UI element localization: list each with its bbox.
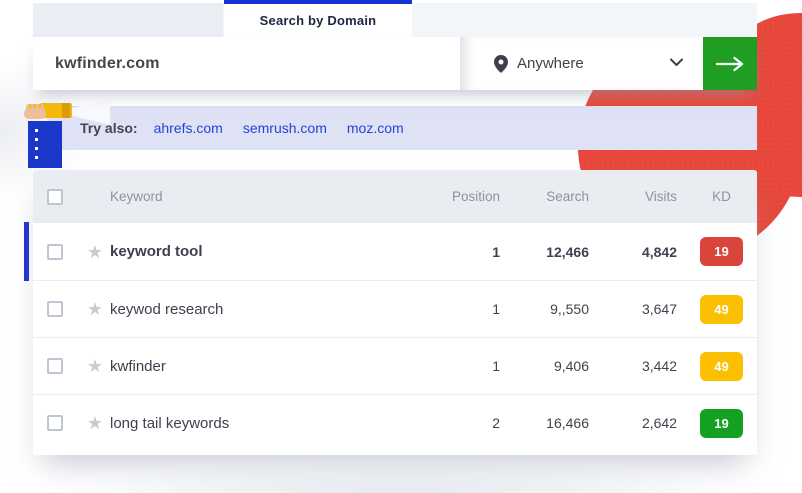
- star-icon[interactable]: ★: [87, 300, 103, 318]
- inactive-tab-area[interactable]: [33, 3, 223, 37]
- arrow-right-icon: [716, 56, 744, 72]
- table-row[interactable]: ★ kwfinder 1 9,406 3,442 49: [33, 337, 757, 394]
- search-bar: kwfinder.com Anywhere: [33, 37, 757, 90]
- try-also-link-moz[interactable]: moz.com: [347, 120, 404, 136]
- header-position: Position: [423, 170, 500, 223]
- visits-cell: 2,642: [599, 395, 677, 451]
- try-also-link-ahrefs[interactable]: ahrefs.com: [154, 120, 223, 136]
- table-row[interactable]: ★ long tail keywords 2 16,466 2,642 19: [33, 394, 757, 451]
- kwfinder-search-widget: Search by Domain kwfinder.com Anywhere T…: [0, 0, 802, 493]
- domain-search-input[interactable]: kwfinder.com: [33, 37, 460, 90]
- table-header-row: Keyword Position Search Visits KD: [33, 170, 757, 223]
- kd-badge[interactable]: 49: [700, 352, 743, 381]
- chevron-down-icon: [670, 58, 683, 67]
- kd-badge[interactable]: 19: [700, 237, 743, 266]
- visits-cell: 3,442: [599, 338, 677, 394]
- star-icon[interactable]: ★: [87, 357, 103, 375]
- header-search: Search: [503, 170, 589, 223]
- select-all-checkbox[interactable]: [47, 189, 63, 205]
- row-checkbox[interactable]: [47, 415, 63, 431]
- kd-badge[interactable]: 19: [700, 409, 743, 438]
- location-dropdown-value: Anywhere: [517, 55, 584, 72]
- search-volume-cell: 16,466: [503, 395, 589, 451]
- table-row[interactable]: ★ keywod research 1 9,,550 3,647 49: [33, 280, 757, 337]
- location-dropdown[interactable]: Anywhere: [460, 37, 703, 90]
- megaphone-illustration: [24, 99, 116, 169]
- search-volume-cell: 12,466: [503, 223, 589, 280]
- hand: [24, 108, 46, 119]
- figure-body-dots: [35, 129, 38, 161]
- header-kd: KD: [700, 170, 743, 223]
- star-icon[interactable]: ★: [87, 414, 103, 432]
- search-submit-button[interactable]: [703, 37, 757, 90]
- megaphone-stripe: [62, 103, 70, 118]
- row-checkbox[interactable]: [47, 244, 63, 260]
- keyword-results-card: Keyword Position Search Visits KD ★ keyw…: [33, 170, 757, 455]
- row-checkbox[interactable]: [47, 301, 63, 317]
- position-cell: 1: [423, 338, 500, 394]
- position-cell: 1: [423, 223, 500, 280]
- try-also-bar: Try also: ahrefs.com semrush.com moz.com: [47, 106, 757, 150]
- visits-cell: 4,842: [599, 223, 677, 280]
- visits-cell: 3,647: [599, 281, 677, 337]
- try-also-link-semrush[interactable]: semrush.com: [243, 120, 327, 136]
- search-volume-cell: 9,,550: [503, 281, 589, 337]
- location-pin-icon: [494, 55, 508, 73]
- header-visits: Visits: [599, 170, 677, 223]
- row-checkbox[interactable]: [47, 358, 63, 374]
- kd-badge[interactable]: 49: [700, 295, 743, 324]
- star-icon[interactable]: ★: [87, 243, 103, 261]
- search-volume-cell: 9,406: [503, 338, 589, 394]
- position-cell: 1: [423, 281, 500, 337]
- table-row[interactable]: ★ keyword tool 1 12,466 4,842 19: [33, 223, 757, 280]
- figure-body: [28, 121, 62, 168]
- tab-search-by-domain[interactable]: Search by Domain: [224, 0, 412, 37]
- selected-row-indicator: [24, 222, 29, 281]
- position-cell: 2: [423, 395, 500, 451]
- megaphone-cone: [70, 99, 110, 125]
